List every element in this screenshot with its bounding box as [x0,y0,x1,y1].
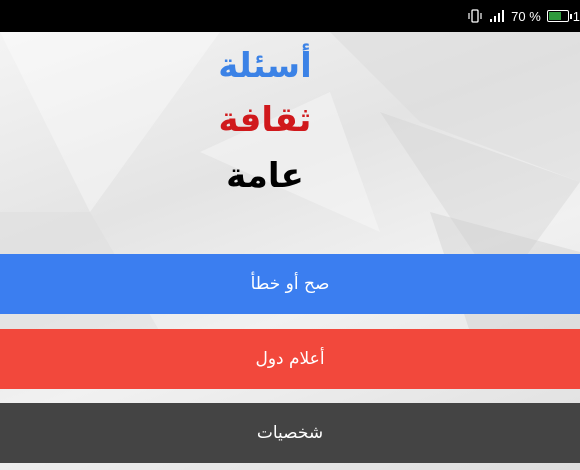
title-line-1: أسئلة [218,46,312,86]
personalities-button[interactable]: شخصيات [0,403,580,463]
signal-icon [489,9,505,23]
country-flags-button[interactable]: أعلام دول [0,329,580,389]
title-line-3: عامة [226,156,304,196]
battery-icon [546,10,572,22]
true-false-button[interactable]: صح أو خطأ [0,254,580,314]
home-screen: أسئلة ثقافة عامة صح أو خطأ أعلام دول شخص… [0,32,580,470]
vibrate-icon [467,9,483,23]
title-line-2: ثقافة [218,100,312,140]
battery-level [548,12,561,20]
status-trailing-text: 1 [572,8,580,24]
battery-percent: 70 % [511,8,541,24]
status-bar: 70 % 1 [0,0,580,32]
